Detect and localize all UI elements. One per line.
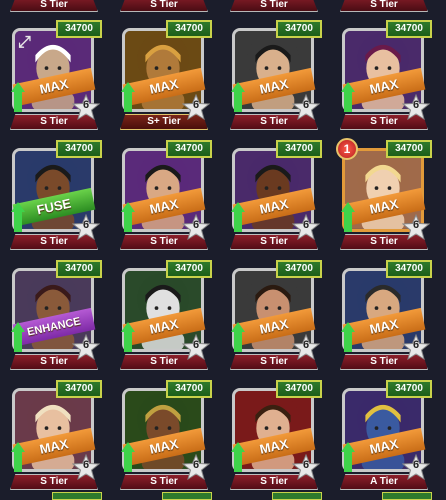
star-count: 6: [412, 459, 420, 471]
star-rank-icon: 6: [181, 213, 211, 241]
tier-label-top: S Tier: [230, 0, 318, 12]
character-card[interactable]: 34700 MAX 6 S Tier: [336, 254, 432, 372]
star-count: 6: [82, 219, 90, 231]
character-card[interactable]: 34700 MAX 6 S Tier: [336, 14, 432, 132]
tier-label-top: S Tier: [10, 0, 98, 12]
power-rating-badge: 34700: [386, 260, 432, 278]
star-rank-icon: 6: [291, 333, 321, 361]
power-rating-badge: 34700: [56, 380, 102, 398]
upgrade-arrow-icon: [231, 82, 245, 112]
star-count: 6: [302, 459, 310, 471]
power-rating-badge: 34700: [276, 380, 322, 398]
star-count: 6: [302, 219, 310, 231]
star-count: 6: [412, 339, 420, 351]
power-rating-badge: 34700: [56, 260, 102, 278]
upgrade-arrow-icon: [341, 322, 355, 352]
star-rank-icon: 6: [181, 93, 211, 121]
star-rank-icon: 6: [291, 213, 321, 241]
star-rank-icon: 6: [71, 93, 101, 121]
power-rating-badge: 34700: [56, 20, 102, 38]
notification-badge: 1: [336, 138, 358, 160]
next-row-power-badge: [52, 492, 102, 500]
next-row-power-badge: [162, 492, 212, 500]
next-row-power-badge: [272, 492, 322, 500]
upgrade-arrow-icon: [11, 442, 25, 472]
star-count: 6: [82, 339, 90, 351]
upgrade-arrow-icon: [341, 82, 355, 112]
power-rating-badge: 34700: [56, 140, 102, 158]
power-rating-badge: 34700: [276, 20, 322, 38]
character-card[interactable]: 34700 MAX 6 S Tier: [226, 254, 322, 372]
upgrade-arrow-icon: [231, 202, 245, 232]
power-rating-badge: 34700: [386, 140, 432, 158]
character-grid: S Tier S Tier S Tier S Tier 34700 MAX 6 S Tier ⤢…: [0, 0, 446, 500]
upgrade-arrow-icon: [11, 82, 25, 112]
upgrade-arrow-icon: [341, 202, 355, 232]
power-rating-badge: 34700: [276, 140, 322, 158]
star-rank-icon: 6: [181, 333, 211, 361]
upgrade-arrow-icon: [231, 322, 245, 352]
character-card[interactable]: 34700 MAX 6 S Tier: [116, 254, 212, 372]
star-count: 6: [192, 339, 200, 351]
power-rating-badge: 34700: [276, 260, 322, 278]
star-count: 6: [412, 99, 420, 111]
star-count: 6: [192, 99, 200, 111]
star-rank-icon: 6: [71, 213, 101, 241]
power-rating-badge: 34700: [386, 380, 432, 398]
character-card[interactable]: 34700 MAX 6 S Tier: [116, 374, 212, 492]
character-card[interactable]: 34700 MAX 6 S Tier: [226, 134, 322, 252]
star-rank-icon: 6: [401, 333, 431, 361]
star-rank-icon: 6: [401, 93, 431, 121]
upgrade-arrow-icon: [231, 442, 245, 472]
tier-label-top: S Tier: [340, 0, 428, 12]
upgrade-arrow-icon: [11, 322, 25, 352]
character-card[interactable]: 34700 MAX 6 S Tier: [226, 14, 322, 132]
star-rank-icon: 6: [71, 333, 101, 361]
star-rank-icon: 6: [401, 213, 431, 241]
upgrade-arrow-icon: [121, 202, 135, 232]
character-card[interactable]: 34700 ENHANCE 6 S Tier: [6, 254, 102, 372]
power-rating-badge: 34700: [386, 20, 432, 38]
star-rank-icon: 6: [401, 453, 431, 481]
character-card[interactable]: 34700 MAX 6 S+ Tier: [116, 14, 212, 132]
star-count: 6: [82, 99, 90, 111]
star-count: 6: [302, 99, 310, 111]
next-row-power-badge: [382, 492, 432, 500]
upgrade-arrow-icon: [121, 82, 135, 112]
star-count: 6: [192, 459, 200, 471]
character-card[interactable]: 34700 MAX 6 A Tier: [336, 374, 432, 492]
star-rank-icon: 6: [71, 453, 101, 481]
tier-label-top: S Tier: [120, 0, 208, 12]
star-rank-icon: 6: [291, 93, 321, 121]
upgrade-arrow-icon: [11, 202, 25, 232]
character-card[interactable]: 34700 MAX 6 S Tier: [226, 374, 322, 492]
star-count: 6: [82, 459, 90, 471]
power-rating-badge: 34700: [166, 140, 212, 158]
power-rating-badge: 34700: [166, 20, 212, 38]
power-rating-badge: 34700: [166, 260, 212, 278]
upgrade-arrow-icon: [121, 322, 135, 352]
character-card[interactable]: 34700 MAX 6 S Tier ⤢: [6, 14, 102, 132]
upgrade-arrow-icon: [341, 442, 355, 472]
star-count: 6: [192, 219, 200, 231]
star-rank-icon: 6: [291, 453, 321, 481]
star-count: 6: [302, 339, 310, 351]
character-card[interactable]: 34700 MAX 6 S Tier: [116, 134, 212, 252]
star-rank-icon: 6: [181, 453, 211, 481]
character-card[interactable]: 34700 MAX 6 S Tier 1: [336, 134, 432, 252]
upgrade-arrow-icon: [121, 442, 135, 472]
swap-icon[interactable]: ⤢: [18, 34, 31, 52]
character-card[interactable]: 34700 FUSE 6 S Tier: [6, 134, 102, 252]
character-card[interactable]: 34700 MAX 6 S Tier: [6, 374, 102, 492]
power-rating-badge: 34700: [166, 380, 212, 398]
star-count: 6: [412, 219, 420, 231]
